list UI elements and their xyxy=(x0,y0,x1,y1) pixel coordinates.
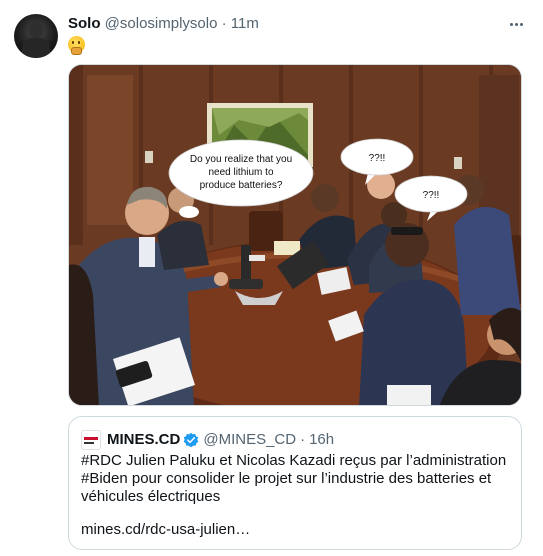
quoted-separator-dot: · xyxy=(300,431,306,448)
avatar-body xyxy=(22,38,50,58)
tweet-header: Solo @solosimplysolo · 11m xyxy=(68,15,259,33)
quoted-tweet[interactable]: MINES.CD @MINES_CD · 16h #RDC Julien Pal… xyxy=(68,416,522,550)
bubble-right-1-text: ??!! xyxy=(369,153,386,164)
author-name[interactable]: Solo xyxy=(68,15,101,32)
profile-avatar-icon[interactable] xyxy=(14,14,58,58)
quoted-author-name[interactable]: MINES.CD xyxy=(107,431,180,449)
bubble-right-2-text: ??!! xyxy=(423,190,440,201)
quoted-text-line-2: #Biden pour consolider le projet sur l’i… xyxy=(81,470,492,487)
tweet-photo[interactable]: Do you realize that you need lithium to … xyxy=(68,64,522,406)
timestamp[interactable]: 11m xyxy=(231,15,259,32)
meeting-photo-illustration: Do you realize that you need lithium to … xyxy=(69,65,521,405)
thinking-face-emoji xyxy=(68,36,85,55)
quoted-author-handle[interactable]: @MINES_CD xyxy=(203,431,296,449)
more-options-icon[interactable] xyxy=(505,13,527,35)
separator-dot: · xyxy=(221,15,227,32)
quoted-text-line-3: véhicules électriques xyxy=(81,488,221,505)
speech-bubble-main: Do you realize that you need lithium to … xyxy=(168,139,314,207)
speech-bubble-tail xyxy=(179,206,199,218)
bubble-main-line-3: produce batteries? xyxy=(200,180,283,191)
avatar-head xyxy=(29,22,43,38)
author-handle[interactable]: @solosimplysolo xyxy=(105,15,218,32)
quoted-tweet-header: MINES.CD @MINES_CD · 16h xyxy=(107,431,334,449)
quoted-author-logo[interactable] xyxy=(81,430,101,450)
bubble-main-line-1: Do you realize that you xyxy=(190,154,292,165)
quoted-tweet-text: #RDC Julien Paluku et Nicolas Kazadi reç… xyxy=(81,452,511,506)
tweet: Solo @solosimplysolo · 11m Do you realiz… xyxy=(0,0,543,556)
quoted-text-line-1: #RDC Julien Paluku et Nicolas Kazadi reç… xyxy=(81,452,507,469)
bubble-main-line-2: need lithium to xyxy=(208,167,273,178)
quoted-timestamp[interactable]: 16h xyxy=(309,431,334,449)
quoted-tweet-link[interactable]: mines.cd/rdc-usa-julien… xyxy=(81,521,250,539)
verified-badge-icon xyxy=(184,432,199,448)
